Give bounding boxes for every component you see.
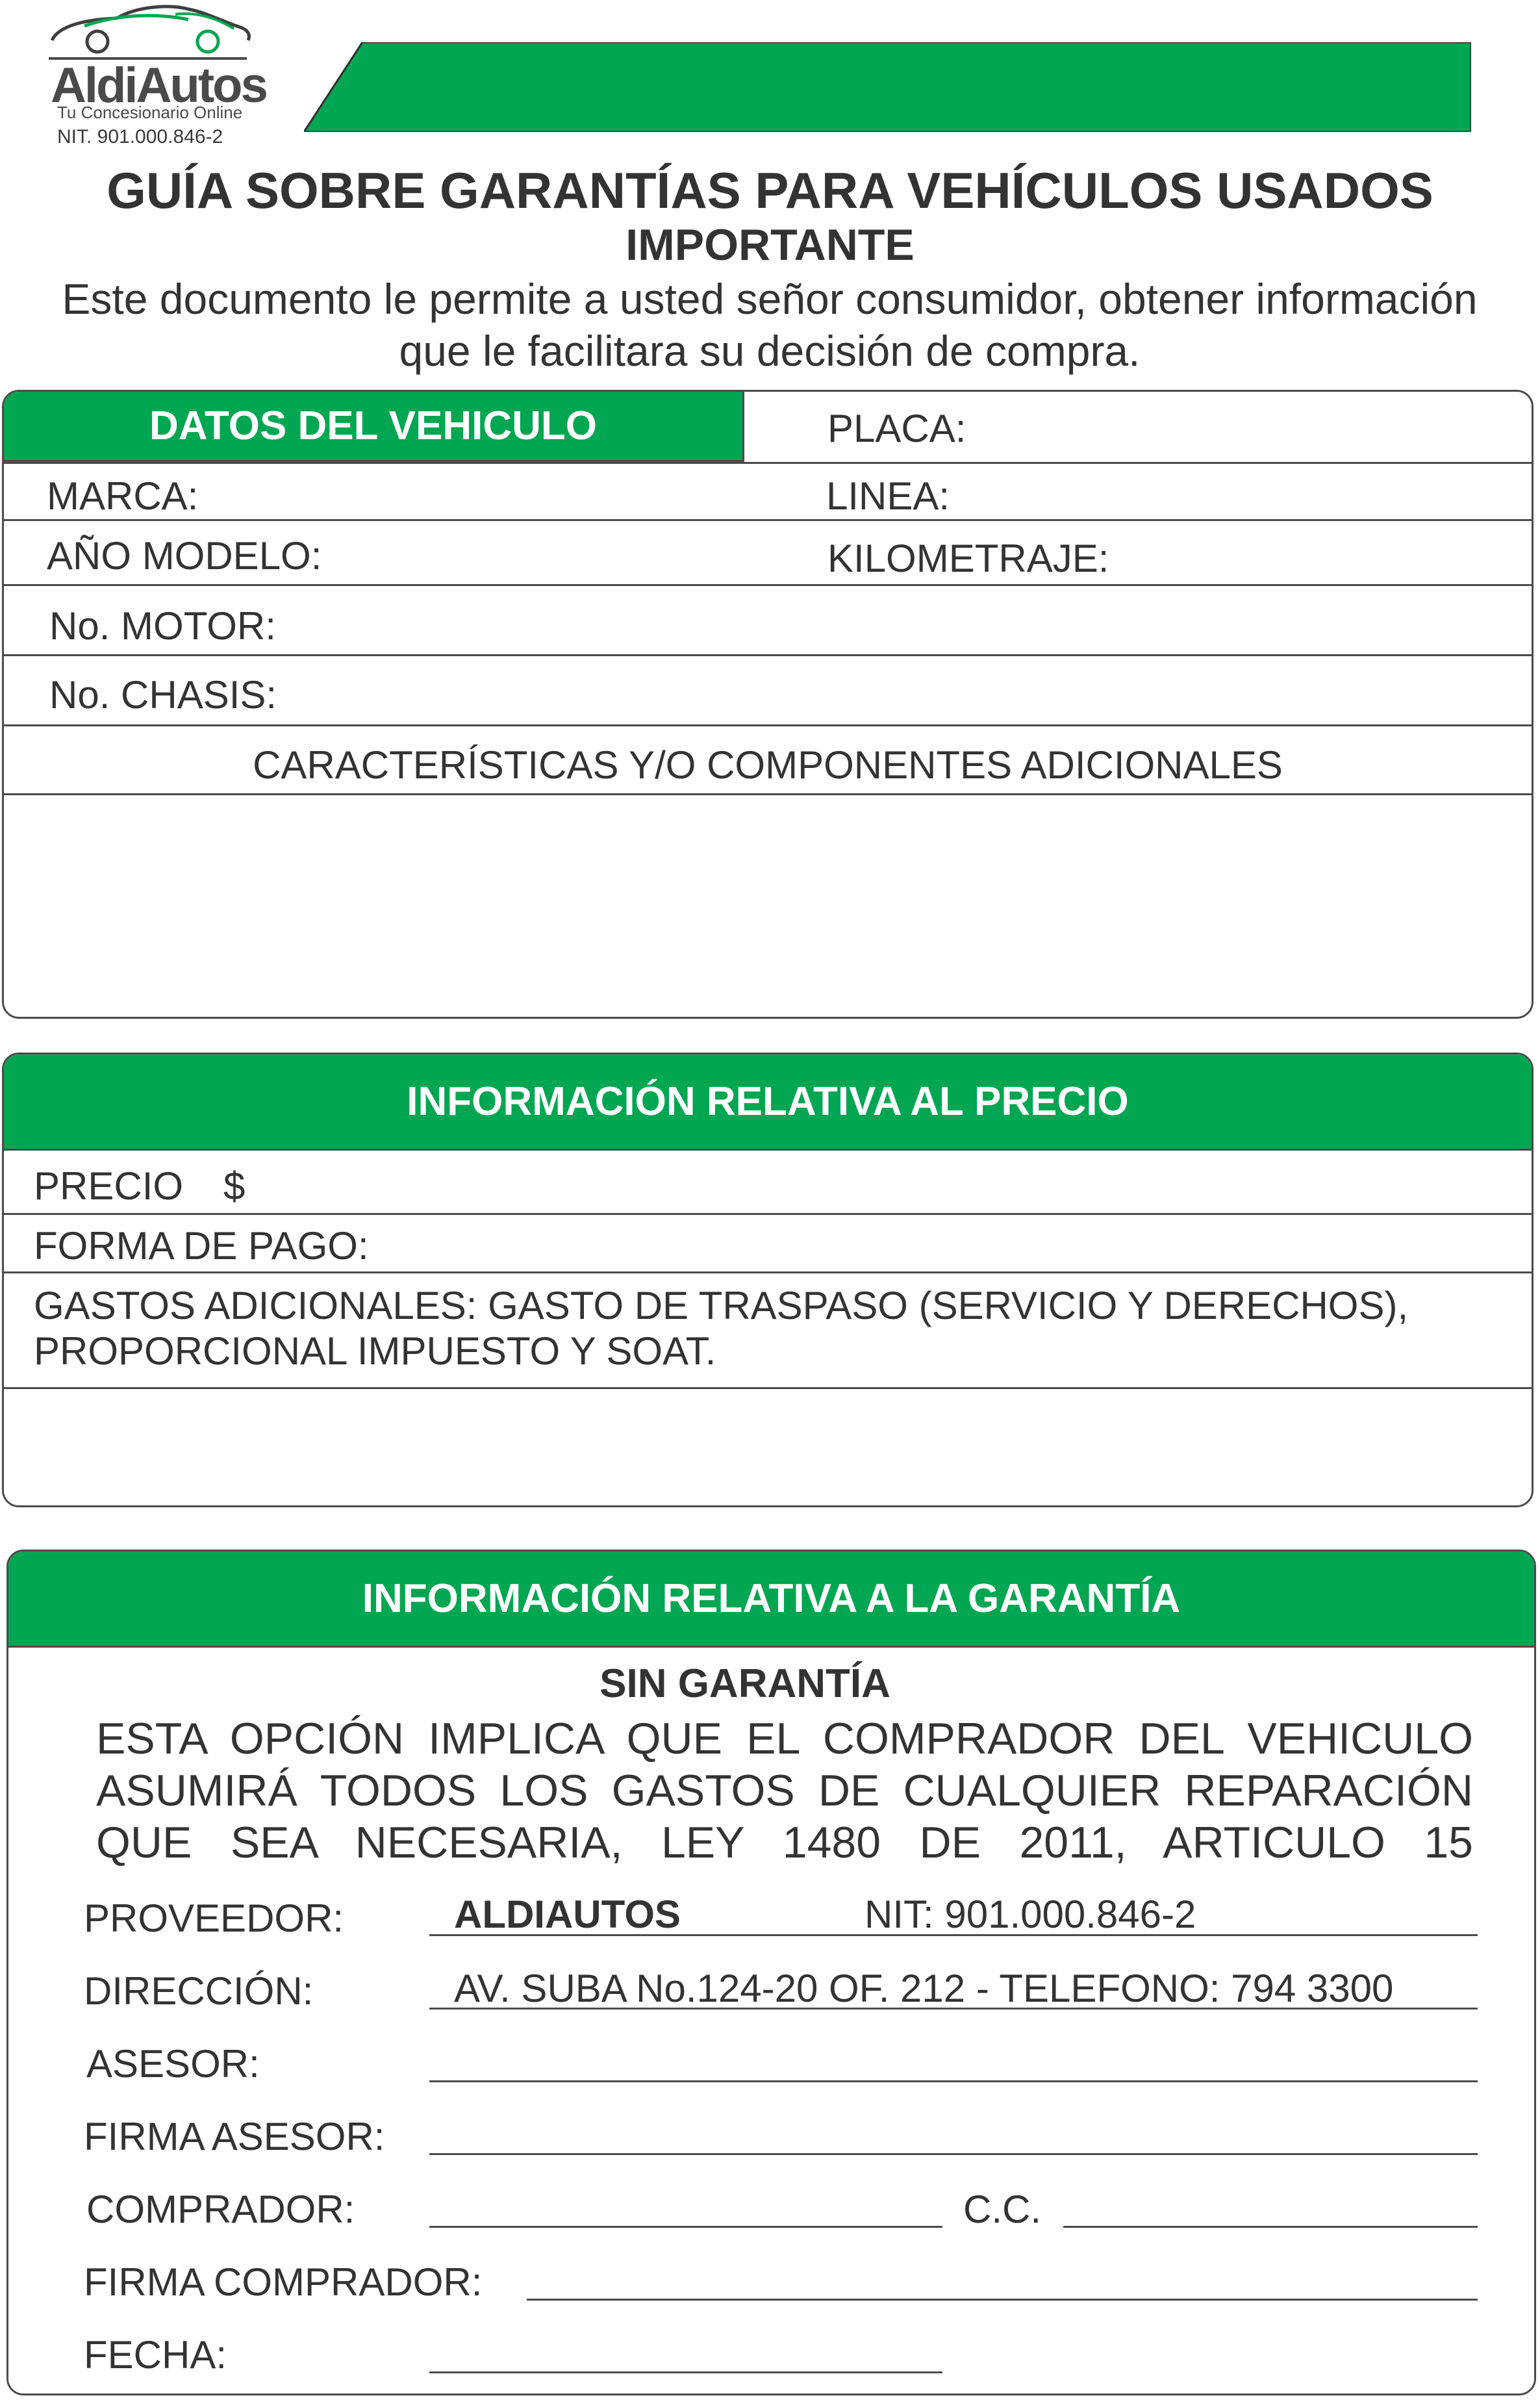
cc-line[interactable] [1063, 2226, 1478, 2228]
vehicle-data-section: DATOS DEL VEHICULO PLACA: MARCA: LINEA: … [2, 390, 1534, 1019]
motor-label: No. MOTOR: [49, 604, 276, 648]
firma-comprador-line[interactable] [527, 2299, 1478, 2301]
placa-label: PLACA: [827, 407, 966, 450]
comprador-line[interactable] [429, 2226, 942, 2228]
direccion-line [429, 2008, 1478, 2010]
row-divider [4, 793, 1532, 795]
row-divider [4, 584, 1532, 586]
row-divider [4, 1213, 1532, 1215]
firma-asesor-label: FIRMA ASESOR: [84, 2115, 385, 2158]
warranty-option: SIN GARANTÍA [600, 1661, 890, 1706]
marca-label: MARCA: [47, 474, 199, 518]
header-green-band [304, 42, 1471, 132]
chasis-label: No. CHASIS: [49, 673, 277, 717]
gastos-line-2: PROPORCIONAL IMPUESTO Y SOAT. [34, 1329, 716, 1373]
precio-label: PRECIO [34, 1164, 184, 1208]
kilometraje-label: KILOMETRAJE: [827, 537, 1109, 580]
price-section: INFORMACIÓN RELATIVA AL PRECIO PRECIO $ … [2, 1053, 1534, 1507]
row-divider [4, 1271, 1532, 1273]
gastos-line-1: GASTOS ADICIONALES: GASTO DE TRASPASO (S… [34, 1284, 1409, 1327]
notice-line-2: ASUMIRÁ TODOS LOS GASTOS DE CUALQUIER RE… [96, 1766, 1473, 1815]
linea-label: LINEA: [826, 474, 950, 518]
car-logo-icon [50, 5, 251, 54]
comprador-label: COMPRADOR: [86, 2188, 355, 2231]
warranty-section: INFORMACIÓN RELATIVA A LA GARANTÍA SIN G… [6, 1550, 1536, 2395]
page-title: GUÍA SOBRE GARANTÍAS PARA VEHÍCULOS USAD… [107, 162, 1433, 219]
row-divider [4, 1387, 1532, 1389]
anio-modelo-label: AÑO MODELO: [47, 534, 322, 578]
page-subtitle: IMPORTANTE [625, 220, 915, 270]
forma-pago-label: FORMA DE PAGO: [34, 1224, 369, 1268]
row-divider [4, 724, 1532, 726]
proveedor-line [429, 1934, 1478, 1936]
fecha-label: FECHA: [84, 2333, 227, 2377]
proveedor-value: ALDIAUTOS [454, 1893, 681, 1936]
caracteristicas-label: CARACTERÍSTICAS Y/O COMPONENTES ADICIONA… [253, 743, 1283, 787]
asesor-label: ASESOR: [86, 2042, 260, 2086]
intro-text: Este documento le permite a usted señor … [39, 273, 1500, 377]
intro-line-2: que le facilitara su decisión de compra. [399, 327, 1141, 375]
row-divider [4, 462, 1532, 464]
direccion-label: DIRECCIÓN: [84, 1969, 314, 2013]
currency-symbol: $ [223, 1164, 246, 1208]
cc-label: C.C. [963, 2188, 1041, 2231]
fecha-line[interactable] [429, 2371, 942, 2373]
proveedor-nit: NIT: 901.000.846-2 [865, 1893, 1196, 1936]
brand-nit: NIT. 901.000.846-2 [57, 126, 223, 147]
intro-line-1: Este documento le permite a usted señor … [62, 275, 1478, 323]
price-section-heading: INFORMACIÓN RELATIVA AL PRECIO [4, 1054, 1532, 1151]
row-divider [4, 654, 1532, 656]
warranty-section-heading: INFORMACIÓN RELATIVA A LA GARANTÍA [8, 1551, 1534, 1648]
vehicle-section-heading: DATOS DEL VEHICULO [4, 392, 744, 462]
firma-asesor-line[interactable] [429, 2153, 1478, 2155]
firma-comprador-label: FIRMA COMPRADOR: [84, 2260, 483, 2304]
direccion-value: AV. SUBA No.124-20 OF. 212 - TELEFONO: 7… [454, 1967, 1394, 2010]
row-divider [4, 519, 1532, 521]
brand-tagline: Tu Concesionario Online [57, 103, 243, 122]
warranty-notice: ESTA OPCIÓN IMPLICA QUE EL COMPRADOR DEL… [96, 1713, 1473, 1869]
asesor-line[interactable] [429, 2080, 1478, 2082]
proveedor-label: PROVEEDOR: [84, 1896, 344, 1940]
notice-line-1: ESTA OPCIÓN IMPLICA QUE EL COMPRADOR DEL… [96, 1714, 1473, 1763]
notice-line-3: QUE SEA NECESARIA, LEY 1480 DE 2011, ART… [96, 1818, 1473, 1867]
